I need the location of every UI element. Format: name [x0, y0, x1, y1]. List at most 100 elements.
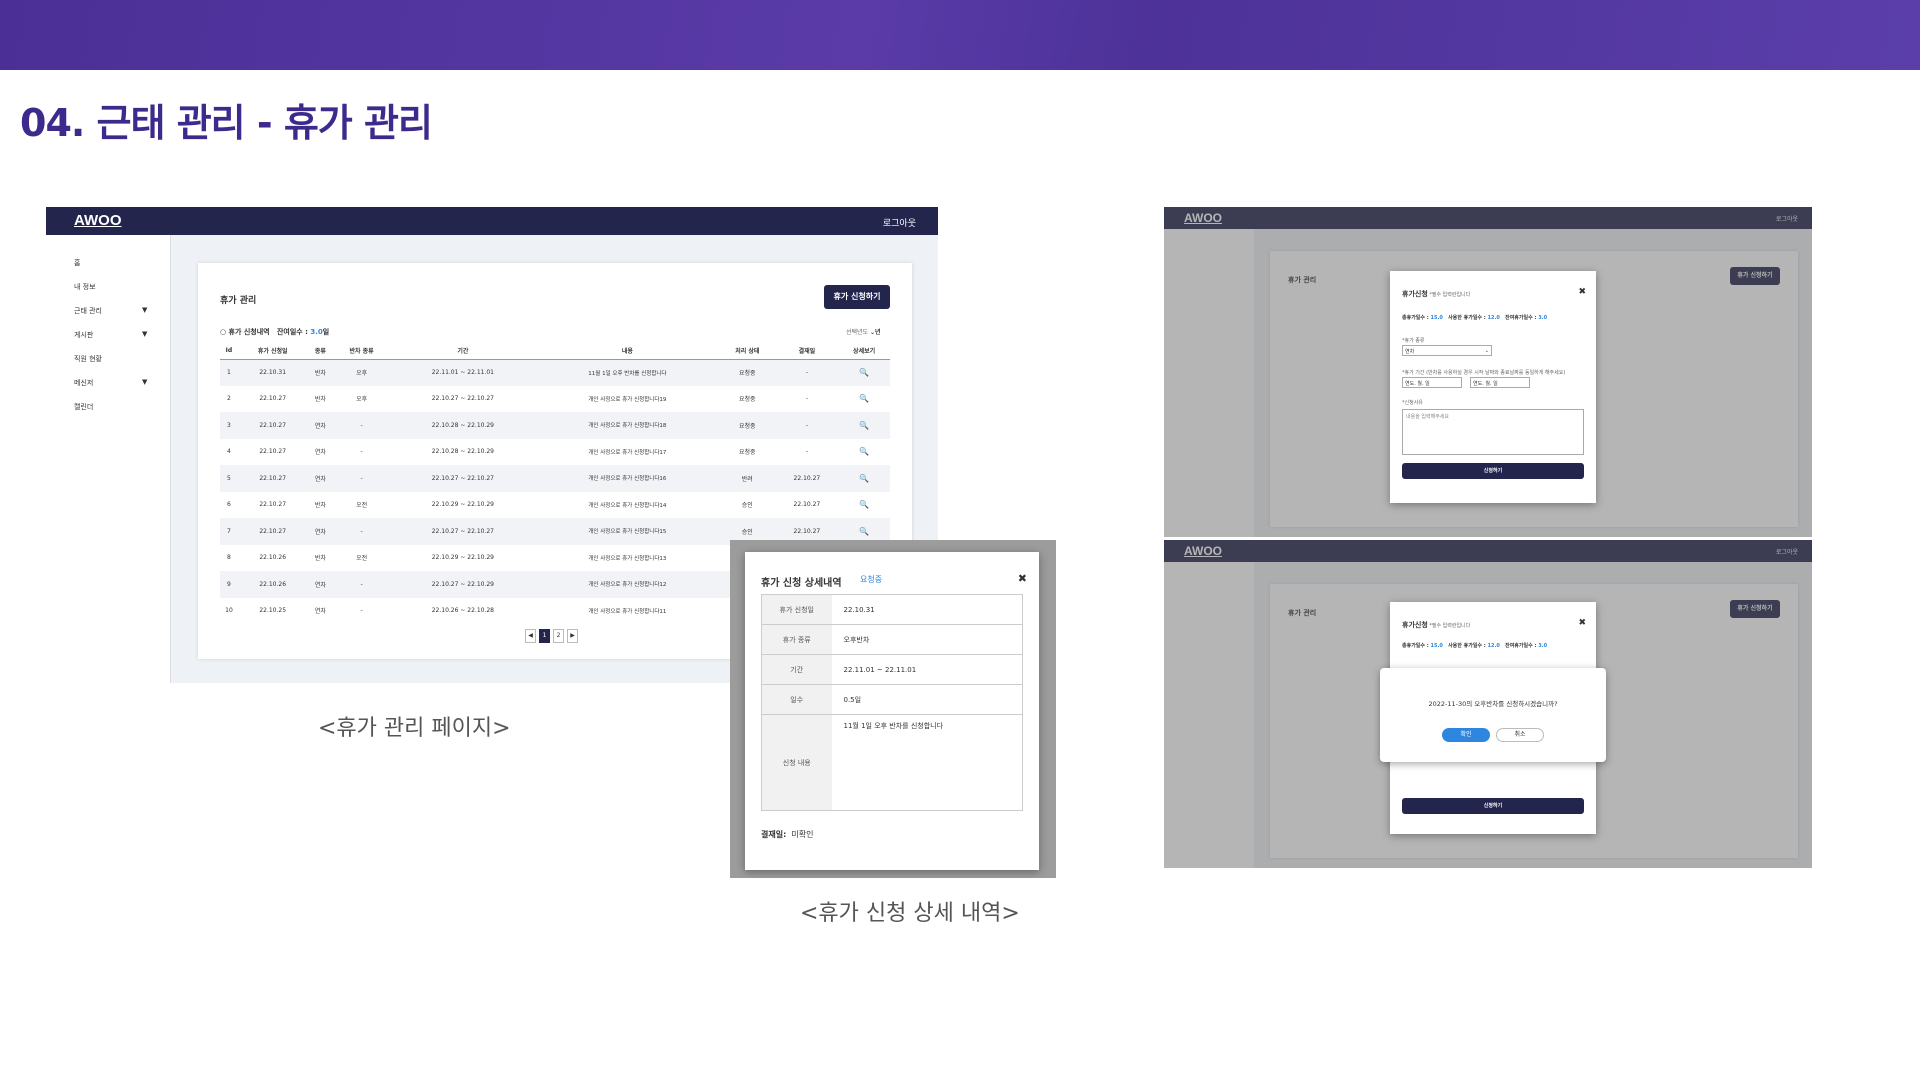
- table-cell: -: [805, 369, 808, 376]
- detail-value: 오후반차: [843, 635, 870, 644]
- confirm-screenshot: AWOO 로그아웃 휴가 관리 휴가 신청하기 휴가신청 *필수 입력란입니다 …: [1164, 540, 1812, 868]
- page-button[interactable]: 2: [553, 629, 564, 643]
- prev-page-button[interactable]: ◀: [525, 629, 536, 643]
- table-cell: 22.10.27: [259, 395, 287, 403]
- table-cell: 개인 사정으로 휴가 신청합니다14: [588, 502, 667, 509]
- table-cell: 개인 사정으로 휴가 신청합니다12: [588, 582, 667, 589]
- table-cell: -: [360, 607, 363, 615]
- table-cell: 개인 사정으로 휴가 신청합니다13: [588, 555, 667, 562]
- table-cell: 4: [227, 448, 231, 456]
- next-page-button[interactable]: ▶: [567, 629, 578, 643]
- table-cell: 22.10.27: [793, 501, 821, 509]
- table-cell: 반차: [314, 502, 326, 510]
- close-icon[interactable]: ✖: [1578, 618, 1586, 628]
- search-icon[interactable]: 🔍: [838, 439, 890, 466]
- sidebar-item-my-info[interactable]: 내 정보: [74, 282, 96, 292]
- history-header: ○ 휴가 신청내역 잔여일수 : 3.0일: [220, 328, 330, 336]
- header-banner: [0, 0, 1920, 70]
- table-cell: -: [805, 395, 808, 403]
- sidebar-item-board[interactable]: 게시판: [74, 330, 93, 340]
- app-logo[interactable]: AWOO: [74, 212, 122, 229]
- close-icon[interactable]: ✖: [1578, 287, 1586, 297]
- detail-row: 휴가 신청일 22.10.31: [761, 594, 1023, 625]
- detail-value: 22.10.31: [843, 605, 875, 614]
- logout-link[interactable]: 로그아웃: [883, 216, 916, 229]
- sidebar: 홈 내 정보 근태 관리 ▼ 게시판 ▼ 직원 현황 메신저 ▼ 캘린더: [46, 235, 171, 683]
- search-icon[interactable]: 🔍: [838, 492, 890, 519]
- table-cell: 승인: [741, 502, 753, 510]
- chevron-down-icon[interactable]: ▼: [142, 330, 147, 338]
- table-cell: 22.10.26 ~ 22.10.28: [431, 607, 494, 615]
- table-cell: 반차: [314, 370, 326, 377]
- table-cell: 6: [227, 501, 231, 509]
- leave-type-select[interactable]: 연차 ⌄: [1402, 345, 1492, 356]
- search-icon[interactable]: 🔍: [838, 465, 890, 492]
- table-cell: -: [805, 421, 808, 429]
- table-cell: 2: [227, 395, 231, 403]
- table-cell: 오후: [356, 370, 368, 377]
- table-cell: -: [805, 448, 808, 456]
- detail-label: 신청 내용: [761, 714, 832, 811]
- table-cell: 개인 사정으로 휴가 신청합니다16: [588, 476, 667, 483]
- table-cell: 개인 사정으로 휴가 신청합니다19: [588, 396, 667, 403]
- leave-table-header: Id 휴가 신청일 종류 반차 종류 기간 내용 처리 상태 결재일 상세보기: [220, 343, 890, 359]
- search-icon[interactable]: 🔍: [838, 359, 890, 386]
- submit-button[interactable]: 신청하기: [1402, 798, 1584, 814]
- detail-value: 11월 1일 오후 반차를 신청합니다: [843, 722, 944, 730]
- detail-status: 요청중: [860, 575, 883, 584]
- detail-label: 일수: [761, 684, 832, 715]
- confirm-ok-button[interactable]: 확인: [1442, 728, 1490, 742]
- end-date-input[interactable]: 연도. 월. 일: [1470, 377, 1530, 388]
- pagination: ◀ 1 2 ▶: [525, 629, 578, 643]
- radio-icon[interactable]: ○: [220, 328, 229, 336]
- table-row: 6 22.10.27 반차 오전 22.10.29 ~ 22.10.29 개인 사정으로 …: [220, 491, 890, 519]
- page-button[interactable]: 1: [539, 629, 550, 643]
- table-cell: 오전: [356, 555, 368, 563]
- slide-title: 04. 근태 관리 - 휴가 관리: [20, 101, 433, 145]
- submit-button[interactable]: 신청하기: [1402, 463, 1584, 479]
- approval-info: 결재일: 미확인: [761, 830, 814, 839]
- table-cell: 22.11.01 ~ 22.11.01: [431, 369, 494, 376]
- apply-leave-button[interactable]: 휴가 신청하기: [824, 285, 890, 309]
- start-date-input[interactable]: 연도. 월. 일: [1402, 377, 1462, 388]
- table-cell: 22.10.27: [259, 501, 287, 509]
- detail-row: 일수 0.5일: [761, 684, 1023, 715]
- search-icon[interactable]: 🔍: [838, 412, 890, 439]
- sidebar-item-attendance[interactable]: 근태 관리: [74, 306, 102, 316]
- year-filter[interactable]: 선택년도 ⌄년: [846, 327, 881, 336]
- table-cell: 22.10.29 ~ 22.10.29: [431, 554, 494, 562]
- table-cell: 1: [227, 369, 231, 376]
- detail-value: 22.11.01 ~ 22.11.01: [843, 665, 917, 674]
- table-row: 4 22.10.27 연차 - 22.10.28 ~ 22.10.29 개인 사정으로 휴…: [220, 438, 890, 466]
- table-cell: 연차: [314, 528, 326, 536]
- table-cell: 11월 1일 오후 반차를 신청합니다: [588, 370, 667, 377]
- table-cell: 5: [227, 474, 231, 482]
- table-cell: 22.10.27: [259, 448, 287, 456]
- table-cell: 22.10.28 ~ 22.10.29: [431, 448, 494, 456]
- sidebar-item-calendar[interactable]: 캘린더: [74, 402, 93, 412]
- table-cell: 22.10.27: [259, 527, 287, 535]
- detail-screenshot: 휴가 신청 상세내역 요청중 ✖ 휴가 신청일 22.10.31 휴가 종류 오후반차…: [730, 540, 1056, 878]
- table-row: 2 22.10.27 반차 오후 22.10.27 ~ 22.10.27 개인 사정으로 …: [220, 385, 890, 413]
- table-cell: 10: [225, 607, 233, 615]
- table-cell: 오후: [356, 396, 368, 404]
- sidebar-item-home[interactable]: 홈: [74, 258, 80, 268]
- table-cell: 22.10.27: [793, 474, 821, 482]
- confirm-message: 2022-11-30의 오후반차를 신청하시겠습니까?: [1428, 700, 1558, 708]
- table-cell: 반차: [314, 396, 326, 404]
- search-icon[interactable]: 🔍: [838, 386, 890, 413]
- sidebar-item-messenger[interactable]: 메신저: [74, 378, 93, 388]
- caption-leave-page: <휴가 관리 페이지>: [318, 716, 511, 741]
- table-cell: -: [360, 448, 363, 456]
- table-cell: 7: [227, 527, 231, 535]
- sidebar-item-staff[interactable]: 직원 현황: [74, 354, 102, 364]
- confirm-cancel-button[interactable]: 취소: [1496, 728, 1544, 742]
- reason-textarea[interactable]: 내용을 입력해주세요: [1402, 409, 1584, 455]
- chevron-down-icon[interactable]: ▼: [142, 378, 147, 386]
- detail-modal-title: 휴가 신청 상세내역: [761, 578, 842, 589]
- chevron-down-icon[interactable]: ▼: [142, 306, 147, 314]
- table-cell: 요청중: [739, 422, 756, 430]
- table-cell: 요청중: [739, 396, 756, 404]
- table-cell: 22.10.28 ~ 22.10.29: [431, 421, 494, 429]
- close-icon[interactable]: ✖: [1018, 572, 1027, 585]
